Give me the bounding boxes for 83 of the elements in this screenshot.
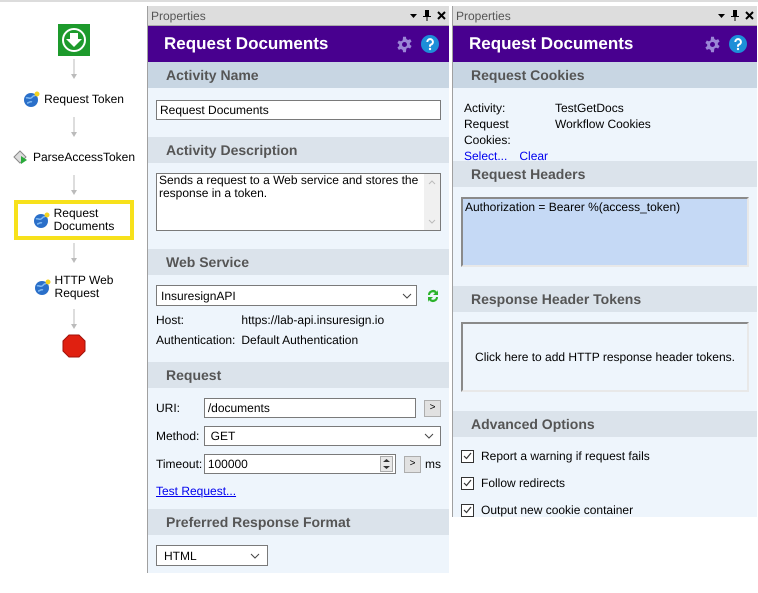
- chevron-icon: [402, 292, 412, 298]
- dropdown-icon[interactable]: [718, 14, 725, 18]
- section-header: Preferred Response Format: [148, 509, 449, 535]
- workflow-activity[interactable]: HTTP Web Request: [22, 268, 126, 306]
- activity-title: Request Documents: [469, 33, 634, 56]
- activity-label: Request Documents: [54, 207, 114, 233]
- spin-buttons[interactable]: [380, 456, 394, 472]
- dropdown-icon[interactable]: [410, 14, 417, 18]
- panel-title: Properties: [151, 8, 206, 24]
- section-header: Web Service: [148, 249, 449, 275]
- test-request-link[interactable]: Test Request...: [156, 482, 236, 500]
- headers-list[interactable]: Authorization = Bearer %(access_token): [461, 197, 749, 267]
- settings-icon[interactable]: [704, 36, 721, 52]
- method-dropdown[interactable]: GET: [204, 426, 441, 446]
- help-icon[interactable]: [421, 35, 439, 53]
- globe-icon: [34, 278, 52, 296]
- section-header: Advanced Options: [453, 411, 757, 437]
- check-icon: [463, 479, 472, 487]
- checkbox-label: Output new cookie container: [481, 502, 634, 519]
- section-header: Response Header Tokens: [453, 286, 757, 312]
- field-value: TestGetDocs: [555, 100, 625, 116]
- field-value: https://lab-api.insuresign.io: [241, 312, 386, 328]
- help-icon[interactable]: [729, 35, 747, 53]
- checkbox-label: Report a warning if request fails: [481, 448, 650, 465]
- activity-label: HTTP Web Request: [54, 274, 114, 300]
- close-icon[interactable]: [437, 11, 446, 20]
- uri-insert-button[interactable]: >: [424, 400, 441, 416]
- section-header: Activity Name: [148, 62, 449, 88]
- globe-icon: [23, 90, 42, 108]
- field-label: Authentication:: [156, 332, 236, 348]
- uri-field[interactable]: /documents: [204, 398, 416, 418]
- start-icon[interactable]: [58, 24, 90, 56]
- field-label: Request Cookies:: [464, 116, 512, 148]
- connector-arrow: [70, 309, 78, 331]
- service-dropdown[interactable]: InsuresignAPI: [156, 285, 417, 306]
- field-value: Workflow Cookies: [555, 116, 652, 133]
- tokens-list[interactable]: Click here to add HTTP response header tokens.: [461, 322, 749, 392]
- connector-arrow: [70, 175, 78, 197]
- section-header: Request Headers: [453, 161, 757, 187]
- close-icon[interactable]: [745, 11, 754, 20]
- text-field[interactable]: Request Documents: [156, 100, 441, 120]
- cookie-link[interactable]: Select...: [464, 148, 508, 164]
- activity-label: ParseAccessToken: [32, 150, 136, 164]
- field-label: Host:: [156, 312, 186, 328]
- pin-icon[interactable]: [423, 10, 431, 21]
- timeout-field[interactable]: 100000: [204, 454, 396, 474]
- checkbox-label: Follow redirects: [481, 475, 566, 492]
- workflow-activity[interactable]: Request Documents: [14, 200, 134, 240]
- description-field[interactable]: Sends a request to a Web service and stores the response in a token.: [156, 173, 441, 231]
- check-icon: [463, 452, 472, 460]
- section-header: Request Cookies: [453, 62, 757, 88]
- chevron-icon: [424, 433, 434, 439]
- chevron-icon: [250, 552, 260, 558]
- connector-arrow: [70, 59, 78, 81]
- section-header: Activity Description: [148, 137, 449, 163]
- connector-arrow: [70, 243, 78, 265]
- workflow-activity[interactable]: ParseAccessToken: [0, 142, 148, 172]
- checkbox[interactable]: [461, 504, 474, 516]
- check-icon: [463, 506, 472, 514]
- section-header: Request: [148, 362, 449, 388]
- refresh-icon[interactable]: [425, 288, 441, 304]
- cookie-link[interactable]: Clear: [519, 148, 548, 164]
- connector-arrow: [70, 117, 78, 139]
- scrollbar[interactable]: [424, 174, 440, 230]
- checkbox[interactable]: [461, 450, 474, 462]
- timeout-label: Timeout:: [156, 456, 204, 473]
- stop-icon[interactable]: [62, 334, 86, 358]
- timeout-insert-button[interactable]: >: [404, 456, 421, 472]
- globe-icon: [32, 211, 51, 229]
- header-entry[interactable]: Authorization = Bearer %(access_token): [465, 199, 745, 215]
- panel-title: Properties: [456, 8, 511, 24]
- activity-title: Request Documents: [164, 33, 328, 56]
- field-label: Activity:: [464, 100, 506, 116]
- checkbox[interactable]: [461, 476, 474, 490]
- settings-icon[interactable]: [396, 36, 413, 52]
- field-value: Default Authentication: [241, 332, 360, 348]
- format-dropdown[interactable]: HTML: [156, 545, 268, 566]
- pin-icon[interactable]: [731, 10, 739, 21]
- unit-label: ms: [425, 456, 441, 473]
- workflow-activity[interactable]: Request Token: [11, 84, 136, 114]
- method-label: Method:: [156, 428, 200, 445]
- uri-label: URI:: [156, 400, 181, 417]
- activity-label: Request Token: [44, 92, 124, 106]
